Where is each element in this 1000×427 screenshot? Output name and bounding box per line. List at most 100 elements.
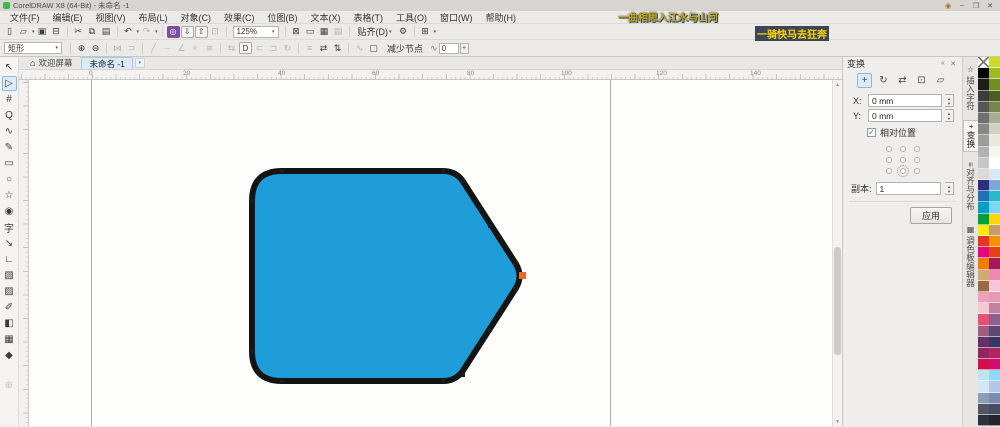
color-swatch[interactable] bbox=[978, 213, 989, 225]
restore-button[interactable]: ❐ bbox=[969, 2, 983, 10]
color-swatch[interactable] bbox=[978, 336, 989, 348]
color-swatch[interactable] bbox=[978, 236, 989, 248]
color-swatch[interactable] bbox=[989, 236, 1000, 248]
color-swatch[interactable] bbox=[989, 146, 1000, 158]
color-swatch[interactable] bbox=[978, 280, 989, 292]
color-swatch[interactable] bbox=[978, 370, 989, 382]
color-swatch[interactable] bbox=[978, 68, 989, 80]
marquee-mode-select[interactable]: 矩形 ▾ bbox=[4, 42, 62, 54]
search-content-icon[interactable]: ◎ bbox=[166, 25, 180, 38]
color-swatch[interactable] bbox=[989, 202, 1000, 214]
tab-document[interactable]: 未命名 -1 bbox=[81, 57, 133, 69]
paste-icon[interactable]: ▤ bbox=[100, 25, 113, 38]
transform-position-icon[interactable]: + bbox=[857, 73, 872, 88]
tab-align-distribute[interactable]: ≡ 对齐与分布 bbox=[963, 158, 979, 215]
docker-close-icon[interactable]: ✕ bbox=[948, 60, 958, 68]
color-swatch[interactable] bbox=[978, 191, 989, 203]
options-icon[interactable]: ⚙ bbox=[397, 25, 410, 38]
mesh-fill-tool[interactable]: ▦ bbox=[2, 332, 17, 347]
transform-scale-mirror-icon[interactable]: ⇄ bbox=[895, 73, 910, 88]
anchor-radio-0[interactable] bbox=[885, 145, 892, 152]
new-document-icon[interactable]: ▯ bbox=[3, 25, 16, 38]
color-swatch[interactable] bbox=[978, 168, 989, 181]
color-swatch[interactable] bbox=[978, 202, 989, 214]
color-swatch[interactable] bbox=[989, 79, 1000, 91]
freehand-tool[interactable]: ∿ bbox=[2, 124, 17, 139]
close-button[interactable]: ✕ bbox=[983, 2, 997, 10]
delete-node-icon[interactable]: ⊖ bbox=[89, 42, 102, 55]
transform-size-icon[interactable]: ⊡ bbox=[914, 73, 929, 88]
color-swatch[interactable] bbox=[978, 269, 989, 281]
dimension-tool[interactable]: ↘ bbox=[2, 236, 17, 251]
color-swatch[interactable] bbox=[978, 258, 989, 270]
color-swatch[interactable] bbox=[989, 370, 1000, 382]
polygon-tool[interactable]: ☆ bbox=[2, 188, 17, 203]
blue-arrow-shape[interactable] bbox=[249, 168, 523, 384]
menu-item-1[interactable]: 编辑(E) bbox=[47, 11, 89, 24]
rectangle-tool[interactable]: ▭ bbox=[2, 156, 17, 171]
color-swatch[interactable] bbox=[978, 325, 989, 337]
color-swatch[interactable] bbox=[978, 381, 989, 393]
color-swatch[interactable] bbox=[989, 258, 1000, 270]
undo-icon-dropdown[interactable]: ▾ bbox=[137, 29, 140, 35]
color-swatch[interactable] bbox=[989, 269, 1000, 281]
menu-item-4[interactable]: 对象(C) bbox=[175, 11, 218, 24]
launcher-icon-dropdown[interactable]: ▾ bbox=[434, 29, 437, 35]
color-swatch[interactable] bbox=[978, 146, 989, 158]
show-grid-icon[interactable]: ▦ bbox=[318, 25, 331, 38]
color-swatch[interactable] bbox=[978, 135, 989, 147]
anchor-radio-2[interactable] bbox=[913, 145, 920, 152]
reduce-nodes-button[interactable]: 减少节点 bbox=[383, 41, 427, 56]
transform-rotate-icon[interactable]: ↻ bbox=[876, 73, 891, 88]
color-swatch[interactable] bbox=[978, 303, 989, 315]
artistic-media-tool[interactable]: ✎ bbox=[2, 140, 17, 155]
color-swatch[interactable] bbox=[978, 403, 989, 415]
no-color-swatch[interactable] bbox=[978, 57, 989, 69]
color-swatch[interactable] bbox=[978, 124, 989, 136]
crop-tool[interactable]: # bbox=[2, 92, 17, 107]
color-swatch[interactable] bbox=[989, 168, 1000, 181]
account-icon[interactable]: ◉ bbox=[941, 2, 955, 10]
tab-insert-character[interactable]: ☆ 插入字符 bbox=[963, 61, 979, 114]
undo-icon[interactable]: ↶ bbox=[122, 25, 135, 38]
redo-icon[interactable]: ↷ bbox=[140, 25, 153, 38]
transform-skew-icon[interactable]: ▱ bbox=[933, 73, 948, 88]
color-swatch[interactable] bbox=[989, 191, 1000, 203]
menu-item-6[interactable]: 位图(B) bbox=[262, 11, 304, 24]
smoothness-input[interactable]: 0 bbox=[438, 42, 459, 54]
color-swatch[interactable] bbox=[989, 336, 1000, 348]
color-swatch[interactable] bbox=[989, 180, 1000, 192]
color-swatch[interactable] bbox=[978, 157, 989, 169]
color-swatch[interactable] bbox=[978, 347, 989, 360]
color-swatch[interactable] bbox=[989, 68, 1000, 80]
color-swatch[interactable] bbox=[989, 359, 1000, 371]
color-swatch[interactable] bbox=[978, 112, 989, 125]
connector-tool[interactable]: ∟ bbox=[2, 252, 17, 267]
horizontal-ruler[interactable]: 0 20 40 60 80 100 120 140 bbox=[19, 70, 842, 80]
color-swatch[interactable] bbox=[978, 180, 989, 192]
scroll-down-icon[interactable]: ▼ bbox=[833, 417, 842, 426]
copy-icon[interactable]: ⧉ bbox=[86, 25, 99, 38]
reflect-vertical-icon[interactable]: ⇅ bbox=[331, 42, 344, 55]
color-swatch[interactable] bbox=[989, 124, 1000, 136]
color-swatch[interactable] bbox=[978, 359, 989, 371]
color-swatch[interactable] bbox=[989, 415, 1000, 427]
tab-welcome-screen[interactable]: ⌂ 欢迎屏幕 bbox=[23, 57, 79, 69]
copies-input[interactable]: 1 bbox=[875, 182, 941, 195]
cusp-node-icon[interactable]: ∠ bbox=[175, 42, 188, 55]
x-input[interactable]: 0 mm bbox=[868, 94, 942, 107]
x-spinner[interactable]: ▲ ▼ bbox=[945, 94, 954, 107]
menu-item-5[interactable]: 效果(C) bbox=[218, 11, 261, 24]
cut-icon[interactable]: ✂ bbox=[72, 25, 85, 38]
redo-icon-dropdown[interactable]: ▾ bbox=[155, 29, 158, 35]
menu-item-10[interactable]: 窗口(W) bbox=[434, 11, 479, 24]
docker-collapse-icon[interactable]: « bbox=[938, 60, 948, 67]
tab-transform[interactable]: + 变换 bbox=[963, 120, 978, 152]
export-icon[interactable]: ⇧ bbox=[194, 25, 208, 38]
color-swatch[interactable] bbox=[989, 247, 1000, 259]
align-nodes-icon[interactable]: ≡ bbox=[303, 42, 316, 55]
menu-item-0[interactable]: 文件(F) bbox=[4, 11, 46, 24]
pick-tool[interactable]: ↖ bbox=[2, 60, 17, 75]
color-swatch[interactable] bbox=[978, 79, 989, 91]
color-eyedropper-tool[interactable]: ✐ bbox=[2, 300, 17, 315]
